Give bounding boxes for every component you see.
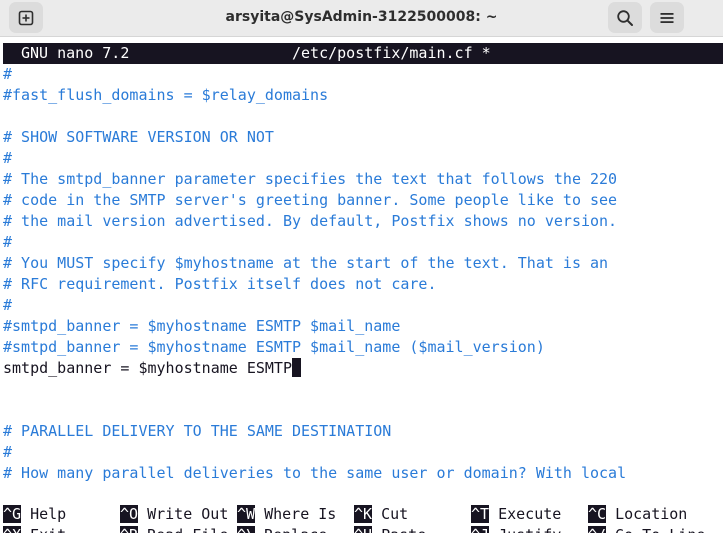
shortcut-r2-3[interactable]: ^U Paste [354,525,426,533]
menu-button[interactable] [650,2,684,33]
line-text: # the mail version advertised. By defaul… [3,212,618,230]
editor-line[interactable]: # The smtpd_banner parameter specifies t… [3,169,617,190]
shortcut-key: ^T [471,505,490,523]
shortcut-label: Justify [498,526,561,533]
editor-line[interactable]: # SHOW SOFTWARE VERSION OR NOT [3,127,274,148]
shortcut-r1-1[interactable]: ^O Write Out [120,504,228,525]
nano-version: GNU nano 7.2 [21,44,130,62]
shortcut-key: ^/ [588,526,607,533]
shortcut-label: Go To Line [615,526,705,533]
line-text: #smtpd_banner = $myhostname ESMTP $mail_… [3,338,545,356]
line-text: # code in the SMTP server's greeting ban… [3,191,618,209]
terminal-area[interactable]: GNU nano 7.2 /etc/postfix/main.cf * # #fa… [0,37,723,533]
line-text: # How many parallel deliveries to the sa… [3,464,627,482]
line-text: smtpd_banner = $myhostname ESMTP [3,359,292,377]
shortcut-key: ^O [120,505,139,523]
editor-line[interactable]: # You MUST specify $myhostname at the st… [3,253,608,274]
line-text: # The smtpd_banner parameter specifies t… [3,170,618,188]
shortcut-key: ^\ [237,526,256,533]
nano-title-bar: GNU nano 7.2 /etc/postfix/main.cf * [3,43,723,64]
line-text: # RFC requirement. Postfix itself does n… [3,275,437,293]
shortcut-r2-5[interactable]: ^/ Go To Line [588,525,705,533]
editor-line[interactable]: #smtpd_banner = $myhostname ESMTP $mail_… [3,316,400,337]
line-text: # [3,296,13,314]
new-tab-button[interactable] [9,2,43,33]
line-text: # [3,443,13,461]
shortcut-label: Location [615,505,688,523]
line-text: # SHOW SOFTWARE VERSION OR NOT [3,128,274,146]
shortcut-r1-2[interactable]: ^W Where Is [237,504,336,525]
shortcut-key: ^K [354,505,373,523]
text-cursor [291,358,301,377]
terminal-window: arsyita@SysAdmin-3122500008: ~ GNU nano … [0,0,723,533]
editor-line[interactable]: # How many parallel deliveries to the sa… [3,463,626,484]
shortcut-key: ^U [354,526,373,533]
shortcut-label: Read File [147,526,228,533]
editor-line[interactable]: # code in the SMTP server's greeting ban… [3,190,617,211]
nano-filename: /etc/postfix/main.cf * [292,44,491,62]
line-text: #smtpd_banner = $myhostname ESMTP $mail_… [3,317,401,335]
shortcut-r2-2[interactable]: ^\ Replace [237,525,327,533]
shortcut-label: Cut [381,505,409,523]
shortcut-key: ^W [237,505,256,523]
line-text: # You MUST specify $myhostname at the st… [3,254,609,272]
editor-line[interactable]: # RFC requirement. Postfix itself does n… [3,274,436,295]
hamburger-menu-icon [660,12,674,23]
shortcut-label: Write Out [147,505,229,523]
shortcut-label: Help [30,505,67,523]
shortcut-label: Paste [381,526,426,533]
shortcut-key: ^J [471,526,490,533]
editor-line[interactable]: # [3,295,12,316]
shortcut-r1-3[interactable]: ^K Cut [354,504,408,525]
editor-line[interactable]: #fast_flush_domains = $relay_domains [3,85,328,106]
shortcut-r2-1[interactable]: ^R Read File [120,525,228,533]
shortcut-key: ^R [120,526,139,533]
line-text: # [3,233,13,251]
line-text: # [3,65,13,83]
header-bar: arsyita@SysAdmin-3122500008: ~ [0,0,723,37]
shortcut-label: Replace [264,526,327,533]
line-text: # PARALLEL DELIVERY TO THE SAME DESTINAT… [3,422,392,440]
editor-line[interactable]: # [3,148,12,169]
search-icon [617,9,633,26]
new-tab-icon [18,10,34,25]
search-button[interactable] [608,2,642,33]
line-text: #fast_flush_domains = $relay_domains [3,86,329,104]
editor-line[interactable]: # PARALLEL DELIVERY TO THE SAME DESTINAT… [3,421,391,442]
shortcut-label: Where Is [264,505,337,523]
shortcut-key: ^X [3,526,22,533]
shortcut-r1-5[interactable]: ^C Location [588,504,687,525]
shortcut-key: ^C [588,505,607,523]
line-text: # [3,149,13,167]
editor-line[interactable]: # [3,64,12,85]
shortcut-label: Exit [30,526,66,533]
editor-line[interactable]: # [3,442,12,463]
shortcut-r2-0[interactable]: ^X Exit [3,525,66,533]
editor-line[interactable]: # [3,232,12,253]
shortcut-r2-4[interactable]: ^J Justify [471,525,561,533]
editor-line[interactable]: #smtpd_banner = $myhostname ESMTP $mail_… [3,337,545,358]
shortcut-r1-0[interactable]: ^G Help [3,504,66,525]
shortcut-r1-4[interactable]: ^T Execute [471,504,561,525]
shortcut-label: Execute [498,505,562,523]
shortcut-key: ^G [3,505,22,523]
editor-line[interactable]: smtpd_banner = $myhostname ESMTP [3,358,301,379]
editor-line[interactable]: # the mail version advertised. By defaul… [3,211,617,232]
